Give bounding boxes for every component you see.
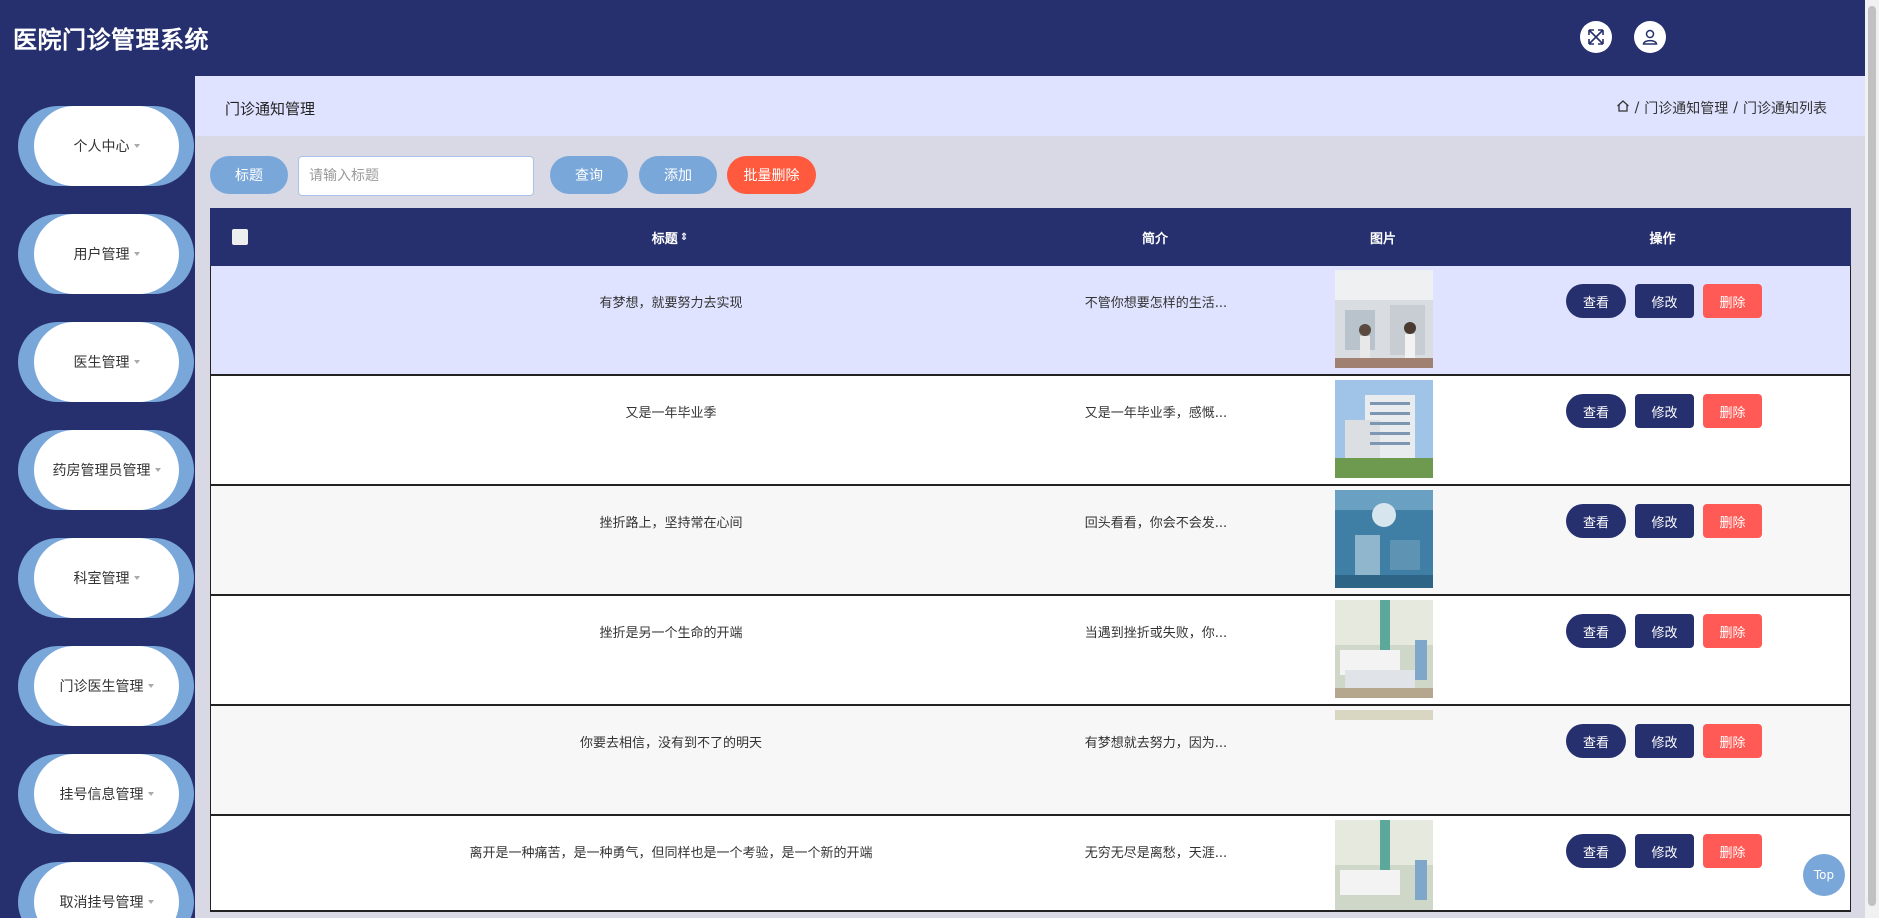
row-title: 又是一年毕业季: [625, 406, 717, 421]
title-field-label: 标题: [210, 156, 288, 194]
sidebar-item-label: 科室管理: [73, 571, 130, 587]
row-image[interactable]: [1335, 820, 1433, 910]
row-intro: 无穷无尽是离愁，天涯...: [1084, 846, 1228, 861]
row-intro: 当遇到挫折或失败，你...: [1084, 626, 1228, 641]
table-row[interactable]: 挫折路上，坚持常在心间 回头看看，你会不会发... 查看 修改 删除: [210, 486, 1851, 596]
sidebar-item-registrations[interactable]: 挂号信息管理: [18, 754, 194, 834]
delete-button[interactable]: 删除: [1703, 504, 1762, 538]
delete-button[interactable]: 删除: [1703, 284, 1762, 318]
table-row[interactable]: 挫折是另一个生命的开端 当遇到挫折或失败，你... 查看 修改 删除: [210, 596, 1851, 706]
sidebar-item-personal-center[interactable]: 个人中心: [18, 106, 194, 186]
sort-icon[interactable]: ⇕: [680, 232, 688, 243]
sidebar-item-label: 医生管理: [73, 355, 130, 371]
page-title: 门诊通知管理: [225, 100, 316, 118]
edit-button[interactable]: 修改: [1635, 724, 1694, 758]
delete-button[interactable]: 删除: [1703, 394, 1762, 428]
column-image-header: 图片: [1369, 231, 1396, 247]
top-header: 医院门诊管理系统: [0, 0, 1865, 76]
expand-icon[interactable]: [1580, 21, 1612, 53]
delete-button[interactable]: 删除: [1703, 724, 1762, 758]
breadcrumb-item: 门诊通知列表: [1743, 101, 1827, 117]
view-button[interactable]: 查看: [1566, 614, 1626, 648]
row-intro: 又是一年毕业季，感慨...: [1084, 406, 1228, 421]
batch-delete-button[interactable]: 批量删除: [727, 156, 816, 194]
table-row[interactable]: 你要去相信，没有到不了的明天 有梦想就去努力，因为... 查看 修改 删除: [210, 706, 1851, 816]
view-button[interactable]: 查看: [1566, 504, 1626, 538]
table-row[interactable]: 又是一年毕业季 又是一年毕业季，感慨... 查看 修改 删除: [210, 376, 1851, 486]
user-icon[interactable]: [1634, 21, 1666, 53]
chevron-down-icon: [133, 144, 140, 148]
row-image[interactable]: [1335, 600, 1433, 698]
sidebar-item-label: 取消挂号管理: [59, 895, 144, 911]
row-image[interactable]: [1335, 710, 1433, 808]
edit-button[interactable]: 修改: [1635, 394, 1694, 428]
column-title-label: 标题: [651, 231, 678, 247]
chevron-down-icon: [154, 468, 161, 472]
chevron-down-icon: [133, 576, 140, 580]
column-title-header[interactable]: 标题 ⇕: [570, 208, 770, 266]
row-image[interactable]: [1335, 270, 1433, 368]
sidebar-item-outpatient-doctors[interactable]: 门诊医生管理: [18, 646, 194, 726]
row-intro: 不管你想要怎样的生活...: [1084, 296, 1228, 311]
breadcrumb-bar: 门诊通知管理 / 门诊通知管理 / 门诊通知列表: [195, 76, 1865, 136]
sidebar-item-label: 药房管理员管理: [52, 463, 151, 479]
edit-button[interactable]: 修改: [1635, 614, 1694, 648]
chevron-down-icon: [147, 684, 154, 688]
row-title: 挫折路上，坚持常在心间: [599, 516, 743, 531]
search-input[interactable]: [298, 156, 534, 196]
chevron-down-icon: [147, 792, 154, 796]
table-row[interactable]: 离开是一种痛苦，是一种勇气，但同样也是一个考验，是一个新的开端 无穷无尽是离愁，…: [210, 816, 1851, 912]
breadcrumb-separator: /: [1634, 100, 1640, 116]
row-image[interactable]: [1335, 490, 1433, 588]
main-content: 门诊通知管理 / 门诊通知管理 / 门诊通知列表 标题 查询 添加 批量删除 标…: [195, 76, 1865, 918]
sidebar-item-label: 门诊医生管理: [59, 679, 144, 695]
edit-button[interactable]: 修改: [1635, 284, 1694, 318]
column-actions-header: 操作: [1649, 231, 1676, 247]
delete-button[interactable]: 删除: [1703, 834, 1762, 868]
sidebar-item-doctors[interactable]: 医生管理: [18, 322, 194, 402]
row-title: 离开是一种痛苦，是一种勇气，但同样也是一个考验，是一个新的开端: [469, 846, 873, 861]
view-button[interactable]: 查看: [1566, 284, 1626, 318]
scrollbar-thumb[interactable]: [1868, 6, 1876, 906]
row-image[interactable]: [1335, 380, 1433, 478]
breadcrumb-separator: /: [1733, 100, 1738, 116]
delete-button[interactable]: 删除: [1703, 614, 1762, 648]
sidebar-item-label: 个人中心: [73, 139, 130, 155]
sidebar-item-label: 挂号信息管理: [59, 787, 144, 803]
chevron-down-icon: [133, 252, 140, 256]
home-icon[interactable]: [1616, 99, 1630, 117]
edit-button[interactable]: 修改: [1635, 504, 1694, 538]
sidebar-item-departments[interactable]: 科室管理: [18, 538, 194, 618]
select-all-checkbox[interactable]: [232, 229, 248, 245]
row-title: 你要去相信，没有到不了的明天: [579, 736, 762, 751]
column-intro-header: 简介: [1141, 231, 1168, 247]
breadcrumb-item[interactable]: 门诊通知管理: [1644, 98, 1728, 118]
view-button[interactable]: 查看: [1566, 834, 1626, 868]
chevron-down-icon: [133, 360, 140, 364]
scrollbar[interactable]: [1865, 0, 1879, 918]
sidebar: 个人中心 用户管理 医生管理 药房管理员管理 科室管理 门诊医生管理 挂号信息管…: [0, 76, 195, 918]
row-title: 有梦想，就要努力去实现: [599, 296, 743, 311]
view-button[interactable]: 查看: [1566, 394, 1626, 428]
chevron-down-icon: [147, 900, 154, 904]
table-row[interactable]: 有梦想，就要努力去实现 不管你想要怎样的生活... 查看 修改 删除: [210, 266, 1851, 376]
back-to-top-button[interactable]: Top: [1803, 854, 1845, 896]
query-button[interactable]: 查询: [550, 156, 628, 194]
table-header: 标题 ⇕ 简介 图片 操作: [210, 208, 1851, 266]
sidebar-item-users[interactable]: 用户管理: [18, 214, 194, 294]
row-intro: 有梦想就去努力，因为...: [1084, 736, 1228, 751]
breadcrumb: / 门诊通知管理 / 门诊通知列表: [1616, 98, 1827, 118]
notice-table: 标题 ⇕ 简介 图片 操作 有梦想，就要努力去实现 不管你想要怎样的生活... …: [210, 208, 1851, 912]
view-button[interactable]: 查看: [1566, 724, 1626, 758]
sidebar-item-pharmacy-admins[interactable]: 药房管理员管理: [18, 430, 194, 510]
edit-button[interactable]: 修改: [1635, 834, 1694, 868]
row-intro: 回头看看，你会不会发...: [1084, 516, 1228, 531]
add-button[interactable]: 添加: [639, 156, 717, 194]
sidebar-item-cancelled-registrations[interactable]: 取消挂号管理: [18, 862, 194, 918]
app-title: 医院门诊管理系统: [13, 26, 209, 54]
row-title: 挫折是另一个生命的开端: [599, 626, 743, 641]
sidebar-item-label: 用户管理: [73, 247, 130, 263]
